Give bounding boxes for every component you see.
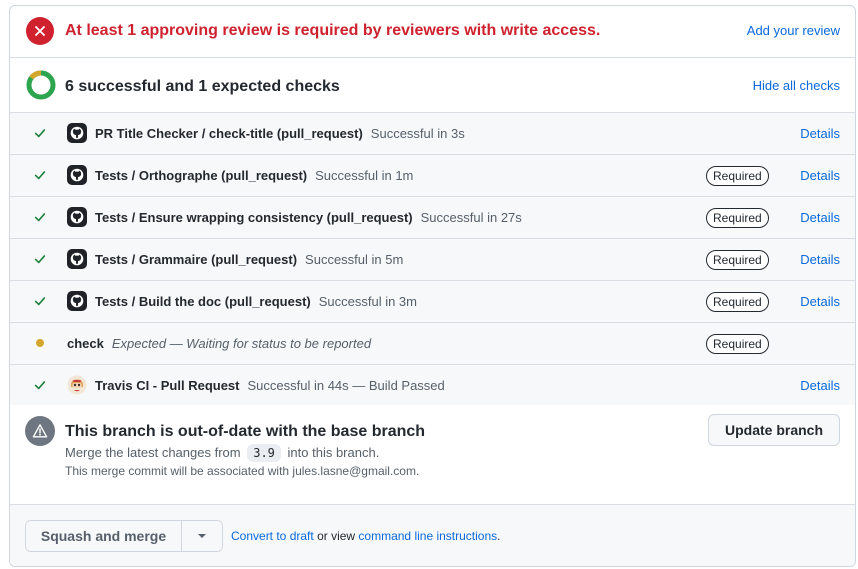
merge-method-dropdown[interactable]	[182, 521, 222, 551]
check-details-link[interactable]: Details	[800, 126, 840, 141]
check-success-icon	[32, 293, 48, 309]
check-success-icon	[32, 209, 48, 225]
github-actions-icon	[67, 249, 87, 269]
check-details-link[interactable]: Details	[800, 294, 840, 309]
required-badge: Required	[706, 166, 769, 186]
check-name: Tests / Ensure wrapping consistency (pul…	[95, 210, 522, 225]
branch-merge-hint: Merge the latest changes from 3.9 into t…	[65, 444, 380, 462]
check-name: Tests / Grammaire (pull_request) Successf…	[95, 252, 404, 267]
check-name: Travis CI - Pull Request Successful in 44…	[95, 378, 445, 393]
checks-list: PR Title Checker / check-title (pull_req…	[10, 113, 855, 406]
github-actions-icon	[67, 123, 87, 143]
merge-controls-row: Squash and merge Convert to draft or vie…	[10, 505, 855, 566]
check-description: Successful in 1m	[315, 168, 414, 183]
caret-down-icon	[198, 534, 206, 538]
check-details-link[interactable]: Details	[800, 252, 840, 267]
convert-to-draft-link[interactable]: Convert to draft	[231, 529, 314, 543]
branch-status-title: This branch is out-of-date with the base…	[65, 423, 426, 440]
base-branch-label: 3.9	[247, 444, 281, 462]
check-description: Successful in 3m	[318, 294, 417, 309]
check-details-link[interactable]: Details	[800, 210, 840, 225]
check-row-orthographe: Tests / Orthographe (pull_request) Succes…	[10, 155, 855, 197]
hide-all-checks-link[interactable]: Hide all checks	[753, 78, 840, 93]
github-actions-icon	[67, 207, 87, 227]
github-actions-icon	[67, 165, 87, 185]
checks-summary-title: 6 successful and 1 expected checks	[65, 78, 340, 95]
github-actions-icon	[67, 291, 87, 311]
check-row-wrapping: Tests / Ensure wrapping consistency (pul…	[10, 197, 855, 239]
check-description: Expected — Waiting for status to be repo…	[111, 336, 372, 351]
x-circle-icon	[26, 17, 54, 45]
check-details-link[interactable]: Details	[800, 168, 840, 183]
required-badge: Required	[706, 250, 769, 270]
check-row-build-doc: Tests / Build the doc (pull_request) Succ…	[10, 281, 855, 323]
check-description: Successful in 27s	[420, 210, 522, 225]
checks-status-donut-icon	[26, 70, 56, 100]
check-details-link[interactable]: Details	[800, 378, 840, 393]
check-name: Tests / Orthographe (pull_request) Succes…	[95, 168, 414, 183]
branch-out-of-date-row: This branch is out-of-date with the base…	[10, 405, 855, 505]
merge-button-group: Squash and merge	[25, 520, 223, 552]
checks-summary-row: 6 successful and 1 expected checks Hide …	[10, 58, 855, 113]
check-success-icon	[32, 251, 48, 267]
review-required-message: At least 1 approving review is required …	[65, 22, 601, 39]
squash-and-merge-button[interactable]: Squash and merge	[26, 521, 182, 551]
review-requirement-row: At least 1 approving review is required …	[10, 6, 855, 58]
command-line-instructions-link[interactable]: command line instructions	[358, 529, 497, 543]
check-row-travis: Travis CI - Pull Request Successful in 44…	[10, 365, 855, 406]
check-success-icon	[32, 167, 48, 183]
required-badge: Required	[706, 292, 769, 312]
alert-triangle-icon	[25, 416, 55, 446]
check-success-icon	[32, 377, 48, 393]
check-description: Successful in 44s — Build Passed	[247, 378, 445, 393]
check-name: Tests / Build the doc (pull_request) Succ…	[95, 294, 417, 309]
add-review-link[interactable]: Add your review	[747, 23, 840, 38]
check-name: PR Title Checker / check-title (pull_req…	[95, 126, 465, 141]
check-success-icon	[32, 125, 48, 141]
travis-ci-avatar-icon	[67, 375, 87, 395]
check-description: Successful in 5m	[305, 252, 404, 267]
check-row-pr-title: PR Title Checker / check-title (pull_req…	[10, 113, 855, 155]
update-branch-button[interactable]: Update branch	[708, 414, 840, 446]
check-description: Successful in 3s	[370, 126, 465, 141]
merge-help-text: Convert to draft or view command line in…	[231, 529, 501, 543]
check-name: check Expected — Waiting for status to be…	[67, 336, 372, 351]
check-row-expected-check: check Expected — Waiting for status to be…	[10, 323, 855, 365]
required-badge: Required	[706, 208, 769, 228]
merge-commit-note: This merge commit will be associated wit…	[65, 464, 420, 478]
required-badge: Required	[706, 334, 769, 354]
check-row-grammaire: Tests / Grammaire (pull_request) Successf…	[10, 239, 855, 281]
pending-dot-icon	[32, 335, 48, 351]
merge-box: At least 1 approving review is required …	[9, 5, 856, 567]
